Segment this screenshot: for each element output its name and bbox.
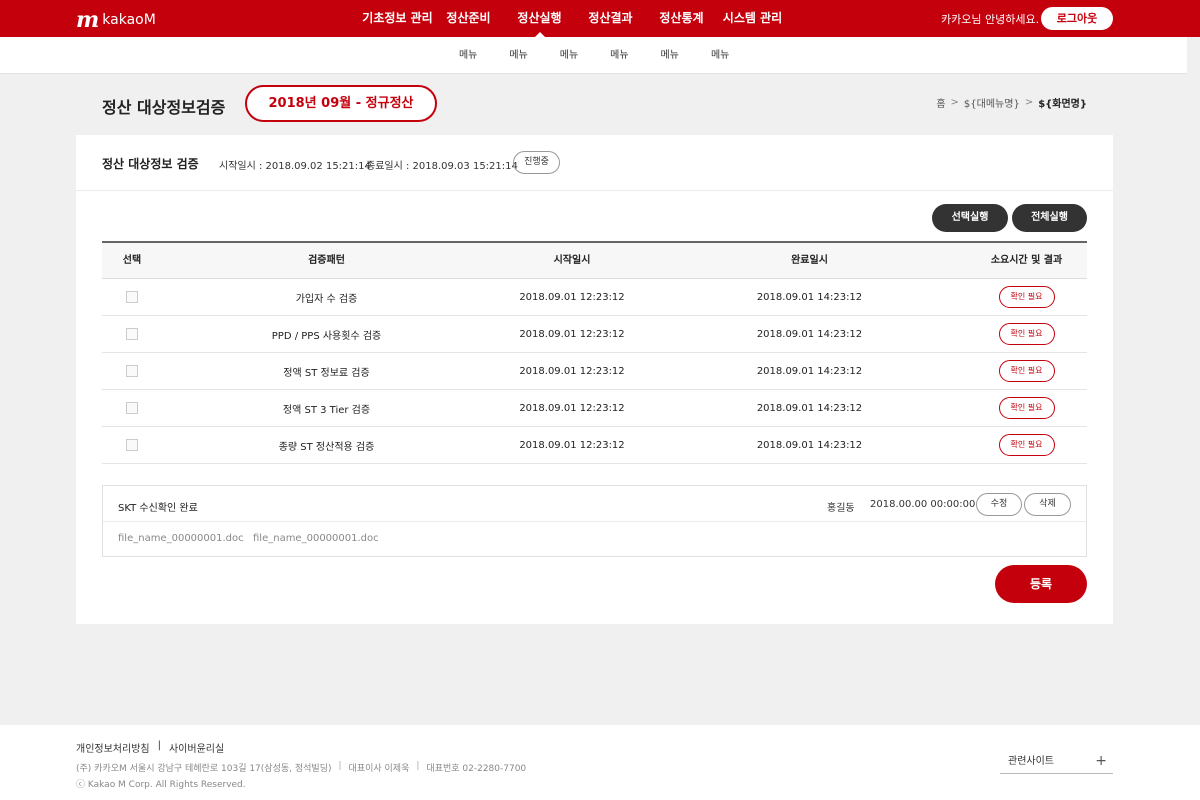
end-cell: 2018.09.01 14:23:12 <box>756 365 863 377</box>
pattern-cell: 종량 ST 정산적용 검증 <box>278 441 375 453</box>
edit-button[interactable]: 수정 <box>976 493 1022 516</box>
end-cell: 2018.09.01 14:23:12 <box>756 291 863 303</box>
plus-icon: + <box>1095 753 1107 769</box>
end-cell: 2018.09.01 14:23:12 <box>756 328 863 340</box>
settlement-period-badge: 2018년 09월 - 정규정산 <box>245 85 437 122</box>
row-checkbox[interactable] <box>126 291 138 303</box>
pattern-cell: 정액 ST 3 Tier 검증 <box>282 404 371 416</box>
chevron-right-icon: > <box>1024 97 1034 108</box>
skt-status-text: SKT 수신확인 완료 <box>118 503 198 514</box>
confirm-needed-button[interactable]: 확인 필요 <box>998 397 1055 419</box>
footer: 개인정보처리방침 | 사이버윤리실 (주) 카카오M 서울시 강남구 테헤란로 … <box>0 725 1200 800</box>
end-cell: 2018.09.01 14:23:12 <box>756 439 863 451</box>
attached-file-link[interactable]: file_name_00000001.doc <box>118 533 244 544</box>
confirm-needed-button[interactable]: 확인 필요 <box>998 286 1055 308</box>
company-address: (주) 카카오M 서울시 강남구 테헤란로 103길 17(삼성동, 정석빌딩) <box>76 764 332 774</box>
main-menu: 기초정보 관리 정산준비 정산실행 정산결과 정산통계 시스템 관리 <box>362 0 788 37</box>
breadcrumb: 홈 > ${대메뉴명} > ${화면명} <box>936 95 1087 110</box>
menu-settlement-result[interactable]: 정산결과 <box>575 0 646 37</box>
header-select: 선택 <box>122 255 142 266</box>
row-checkbox[interactable] <box>126 365 138 377</box>
start-cell: 2018.09.01 12:23:12 <box>519 365 625 377</box>
breadcrumb-home[interactable]: 홈 <box>936 95 945 110</box>
privacy-policy-link[interactable]: 개인정보처리방침 <box>76 740 150 755</box>
company-phone: 대표번호 02-2280-7700 <box>426 764 527 774</box>
footer-links: 개인정보처리방침 | 사이버윤리실 <box>76 740 224 755</box>
page-title: 정산 대상정보검증 <box>102 98 226 117</box>
scrollbar[interactable] <box>1187 37 1200 74</box>
table-header: 선택 검증패턴 시작일시 완료일시 소요시간 및 결과 <box>102 243 1087 279</box>
pattern-cell: 가입자 수 검증 <box>295 293 358 305</box>
attached-file-link[interactable]: file_name_00000001.doc <box>253 533 379 544</box>
menu-system-admin[interactable]: 시스템 관리 <box>717 0 788 37</box>
breadcrumb-current: ${화면명} <box>1038 99 1087 110</box>
menu-settlement-stats[interactable]: 정산통계 <box>646 0 717 37</box>
user-greeting: 카카오님 안녕하세요. <box>941 13 1040 26</box>
submenu-item[interactable]: 메뉴 <box>594 37 644 74</box>
header-end: 완료일시 <box>791 255 828 266</box>
delete-button[interactable]: 삭제 <box>1024 493 1071 516</box>
related-site-select[interactable]: 관련사이트 + <box>1000 752 1113 774</box>
cyber-ethics-link[interactable]: 사이버윤리실 <box>169 740 224 755</box>
start-cell: 2018.09.01 12:23:12 <box>519 328 625 340</box>
table-row: PPD / PPS 사용횟수 검증 2018.09.01 12:23:12 20… <box>102 316 1087 353</box>
breadcrumb-menu[interactable]: ${대메뉴명} <box>964 95 1020 110</box>
row-checkbox[interactable] <box>126 439 138 451</box>
progress-status-badge: 진행중 <box>513 151 560 174</box>
card-title: 정산 대상정보 검증 <box>102 157 199 171</box>
table-row: 정액 ST 3 Tier 검증 2018.09.01 12:23:12 2018… <box>102 390 1087 427</box>
submenu-item[interactable]: 메뉴 <box>443 37 493 74</box>
start-time: 시작일시 : 2018.09.02 15:21:14 <box>219 161 371 172</box>
header-result: 소요시간 및 결과 <box>990 255 1063 266</box>
company-ceo: 대표이사 이제욱 <box>348 764 410 774</box>
skt-timestamp: 2018.00.00 00:00:00 <box>870 499 976 510</box>
pattern-cell: PPD / PPS 사용횟수 검증 <box>271 330 382 342</box>
submenu-item[interactable]: 메뉴 <box>493 37 543 74</box>
run-all-button[interactable]: 전체실행 <box>1012 204 1087 232</box>
confirm-needed-button[interactable]: 확인 필요 <box>998 434 1055 456</box>
row-checkbox[interactable] <box>126 402 138 414</box>
footer-divider: | <box>157 740 161 751</box>
chevron-right-icon: > <box>950 97 959 108</box>
register-button[interactable]: 등록 <box>995 565 1087 603</box>
table-row: 종량 ST 정산적용 검증 2018.09.01 12:23:12 2018.0… <box>102 427 1087 464</box>
row-checkbox[interactable] <box>126 328 138 340</box>
header-start: 시작일시 <box>553 255 591 266</box>
table-row: 정액 ST 정보료 검증 2018.09.01 12:23:12 2018.09… <box>102 353 1087 390</box>
pattern-cell: 정액 ST 정보료 검증 <box>283 367 370 379</box>
start-cell: 2018.09.01 12:23:12 <box>519 402 625 414</box>
table-row: 가입자 수 검증 2018.09.01 12:23:12 2018.09.01 … <box>102 279 1087 316</box>
verification-table: 선택 검증패턴 시작일시 완료일시 소요시간 및 결과 가입자 수 검증 201… <box>102 241 1087 464</box>
header-pattern: 검증패턴 <box>308 255 345 266</box>
submenu-item[interactable]: 메뉴 <box>645 37 695 74</box>
footer-address: (주) 카카오M 서울시 강남구 테헤란로 103길 17(삼성동, 정석빌딩)… <box>76 761 526 774</box>
logout-button[interactable]: 로그아웃 <box>1041 7 1113 30</box>
end-time: 종료일시 : 2018.09.03 15:21:14 <box>366 161 518 172</box>
menu-settlement-run[interactable]: 정산실행 <box>504 0 575 37</box>
skt-user-name: 홍길동 <box>827 503 855 514</box>
sub-navigation-bar: 메뉴 메뉴 메뉴 메뉴 메뉴 메뉴 <box>0 37 1200 74</box>
logo-mark: m <box>76 7 99 33</box>
confirm-needed-button[interactable]: 확인 필요 <box>998 323 1055 345</box>
confirm-needed-button[interactable]: 확인 필요 <box>998 360 1055 382</box>
submenu-item[interactable]: 메뉴 <box>544 37 594 74</box>
start-cell: 2018.09.01 12:23:12 <box>519 439 625 451</box>
menu-settlement-prep[interactable]: 정산준비 <box>433 0 504 37</box>
skt-confirmation-box: SKT 수신확인 완료 홍길동 2018.00.00 00:00:00 수정 삭… <box>102 485 1087 557</box>
card-header: 정산 대상정보 검증 시작일시 : 2018.09.02 15:21:14 종료… <box>76 135 1113 191</box>
skt-header: SKT 수신확인 완료 홍길동 2018.00.00 00:00:00 수정 삭… <box>103 486 1086 522</box>
related-site-label: 관련사이트 <box>1008 756 1054 767</box>
select-run-button[interactable]: 선택실행 <box>932 204 1008 232</box>
start-cell: 2018.09.01 12:23:12 <box>519 291 625 303</box>
menu-basic-info[interactable]: 기초정보 관리 <box>362 0 433 37</box>
end-cell: 2018.09.01 14:23:12 <box>756 402 863 414</box>
copyright: ⓒ Kakao M Corp. All Rights Reserved. <box>76 780 246 790</box>
logo-text: kakaoM <box>102 12 156 28</box>
footer-divider: | <box>338 761 342 771</box>
footer-divider: | <box>416 761 420 771</box>
top-navigation-bar: m kakaoM 기초정보 관리 정산준비 정산실행 정산결과 정산통계 시스템… <box>0 0 1200 37</box>
kakaom-logo[interactable]: m kakaoM <box>76 7 156 33</box>
submenu-item[interactable]: 메뉴 <box>695 37 745 74</box>
verification-card: 정산 대상정보 검증 시작일시 : 2018.09.02 15:21:14 종료… <box>76 135 1113 624</box>
